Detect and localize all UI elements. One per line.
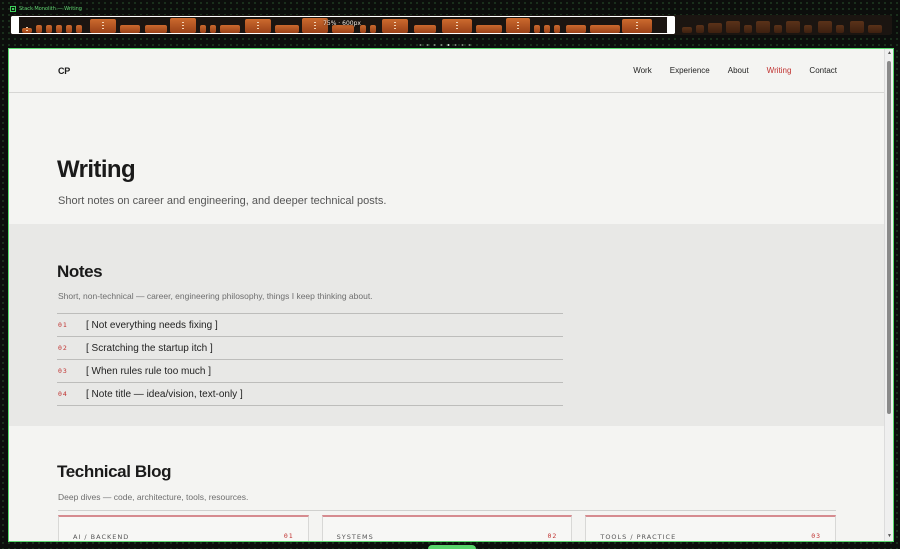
bottom-handle[interactable]	[428, 545, 476, 549]
page-thumbnail[interactable]	[836, 25, 844, 33]
scroll-down-icon[interactable]: ▼	[887, 534, 892, 539]
page-dot[interactable]	[468, 44, 471, 46]
blog-card-category: AI / BACKEND	[73, 533, 130, 541]
blog-card-index: 01	[283, 532, 294, 540]
page-thumbnail[interactable]	[868, 25, 882, 33]
blog-card-category: TOOLS / PRACTICE	[600, 533, 677, 541]
technical-blog-section: Technical Blog Deep dives — code, archit…	[9, 426, 885, 541]
notes-section: Notes Short, non-technical — career, eng…	[9, 224, 885, 426]
note-item[interactable]: 01 [ Not everything needs fixing ]	[57, 314, 563, 337]
page-dot[interactable]	[419, 44, 422, 46]
site-nav: CP Work Experience About Writing Contact	[9, 49, 885, 93]
nav-link-about[interactable]: About	[728, 66, 749, 75]
nav-links: Work Experience About Writing Contact	[633, 66, 837, 75]
page-thumbnail[interactable]	[708, 23, 722, 33]
page-thumbnail[interactable]	[786, 21, 800, 33]
scrollbar-thumb[interactable]	[887, 61, 891, 414]
page-dot[interactable]	[426, 44, 429, 46]
page-dot[interactable]	[440, 44, 443, 46]
nav-link-experience[interactable]: Experience	[670, 66, 710, 75]
blog-subtitle: Deep dives — code, architecture, tools, …	[58, 492, 249, 502]
scroll-up-icon[interactable]: ▲	[887, 51, 892, 56]
blog-heading: Technical Blog	[57, 462, 172, 481]
nav-link-work[interactable]: Work	[633, 66, 652, 75]
note-number: 03	[58, 367, 68, 375]
page-dot[interactable]	[447, 44, 450, 46]
preview-strip[interactable]: 75% · 600px	[10, 15, 892, 35]
hero-section: Writing Short notes on career and engine…	[9, 94, 885, 224]
page-dot[interactable]	[454, 44, 457, 46]
page-thumbnail[interactable]	[804, 25, 812, 33]
nav-link-contact[interactable]: Contact	[809, 66, 837, 75]
page-thumbnail[interactable]	[850, 21, 864, 33]
blog-card-index: 02	[547, 532, 558, 540]
app-title-bar: Stack Monolith — Writing	[10, 4, 82, 14]
blog-card[interactable]: TOOLS / PRACTICE 03	[585, 515, 837, 541]
nav-link-writing[interactable]: Writing	[767, 66, 792, 75]
page-thumbnail[interactable]	[774, 25, 782, 33]
note-number: 01	[58, 321, 68, 329]
blog-card-index: 03	[811, 532, 822, 540]
notes-list: 01 [ Not everything needs fixing ] 02 [ Scr…	[57, 313, 563, 406]
page-thumbnail[interactable]	[744, 25, 752, 33]
page-thumbnail[interactable]	[756, 21, 770, 33]
viewport-label: 75% · 600px	[323, 20, 361, 27]
note-number: 04	[58, 390, 68, 398]
page-subtitle: Short notes on career and engineering, a…	[58, 195, 387, 207]
notes-subtitle: Short, non-technical — career, engineeri…	[58, 291, 373, 301]
note-item[interactable]: 02 [ Scratching the startup itch ]	[57, 337, 563, 360]
page-thumbnail[interactable]	[682, 27, 692, 33]
note-title[interactable]: [ Note title — idea/vision, text-only ]	[86, 389, 243, 400]
note-title[interactable]: [ Not everything needs fixing ]	[86, 320, 218, 331]
notes-heading: Notes	[57, 262, 103, 281]
page-thumbnail[interactable]	[726, 21, 740, 33]
note-item[interactable]: 03 [ When rules rule too much ]	[57, 360, 563, 383]
divider	[58, 510, 836, 511]
page-thumbnail[interactable]	[818, 21, 832, 33]
app-logo-icon	[10, 6, 16, 12]
note-item[interactable]: 04 [ Note title — idea/vision, text-only …	[57, 383, 563, 406]
page-thumbnail[interactable]	[696, 25, 704, 33]
browser-frame: CP Work Experience About Writing Contact Wri…	[8, 48, 894, 542]
blog-card-category: SYSTEMS	[336, 533, 374, 541]
scrollbar[interactable]: ▲ ▼	[884, 49, 893, 541]
page-indicator[interactable]	[419, 44, 471, 46]
site-logo[interactable]: CP	[58, 66, 70, 76]
page-dot[interactable]	[433, 44, 436, 46]
blog-card[interactable]: SYSTEMS 02	[321, 515, 573, 541]
note-title[interactable]: [ Scratching the startup itch ]	[86, 343, 213, 354]
blog-card[interactable]: AI / BACKEND 01	[58, 515, 309, 541]
app-title: Stack Monolith — Writing	[19, 6, 82, 12]
page-dot[interactable]	[461, 44, 464, 46]
website: CP Work Experience About Writing Contact Wri…	[9, 49, 885, 541]
note-number: 02	[58, 344, 68, 352]
note-title[interactable]: [ When rules rule too much ]	[86, 366, 211, 377]
page-title: Writing	[57, 156, 136, 183]
blog-cards: AI / BACKEND 01 SYSTEMS 02 TOOLS / PRACTICE 0…	[58, 515, 837, 541]
